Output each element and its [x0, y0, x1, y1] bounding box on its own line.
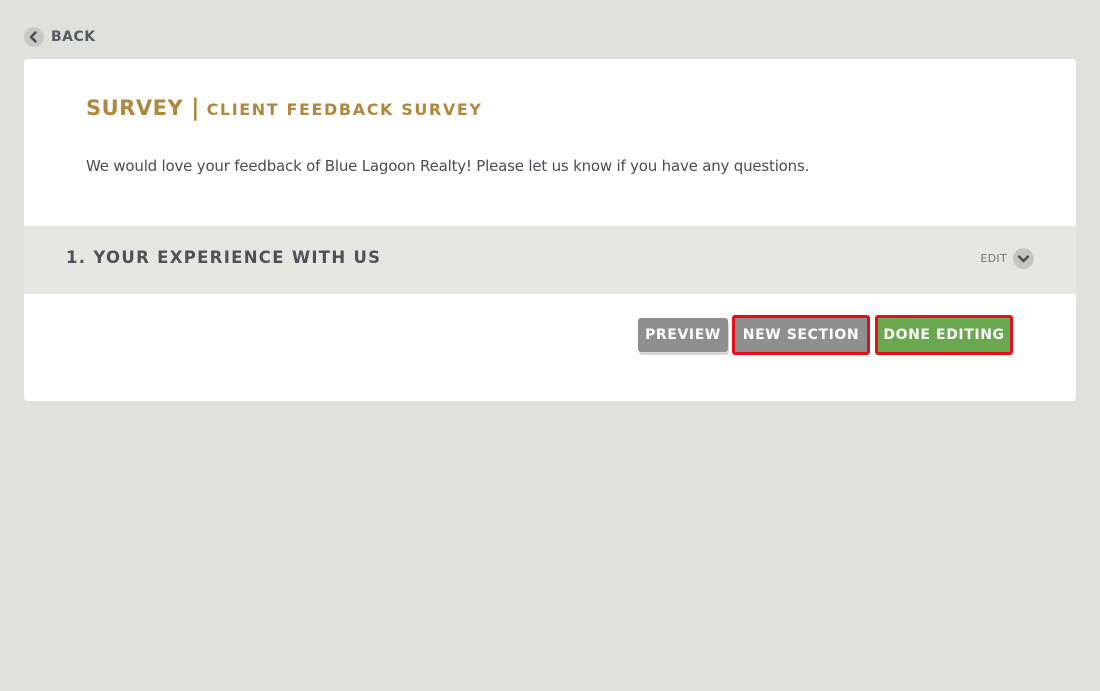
- done-editing-button[interactable]: DONE EDITING: [875, 315, 1013, 355]
- edit-label: EDIT: [980, 252, 1007, 265]
- page-title: SURVEY | CLIENT FEEDBACK SURVEY: [86, 95, 483, 121]
- section-title: 1. YOUR EXPERIENCE WITH US: [66, 248, 382, 267]
- back-button[interactable]: BACK: [24, 27, 96, 47]
- back-label: BACK: [51, 29, 96, 45]
- chevron-left-icon: [24, 27, 44, 47]
- survey-card: SURVEY | CLIENT FEEDBACK SURVEY We would…: [24, 59, 1076, 401]
- new-section-button[interactable]: NEW SECTION: [732, 315, 870, 355]
- section-header[interactable]: 1. YOUR EXPERIENCE WITH US EDIT: [24, 226, 1076, 294]
- section-edit-toggle[interactable]: EDIT: [980, 248, 1034, 269]
- survey-title: SURVEY: [86, 96, 184, 120]
- title-separator: |: [191, 95, 200, 121]
- survey-description: We would love your feedback of Blue Lago…: [86, 157, 810, 175]
- chevron-down-icon[interactable]: [1013, 248, 1034, 269]
- preview-button[interactable]: PREVIEW: [638, 318, 728, 352]
- survey-subtitle: CLIENT FEEDBACK SURVEY: [206, 100, 483, 119]
